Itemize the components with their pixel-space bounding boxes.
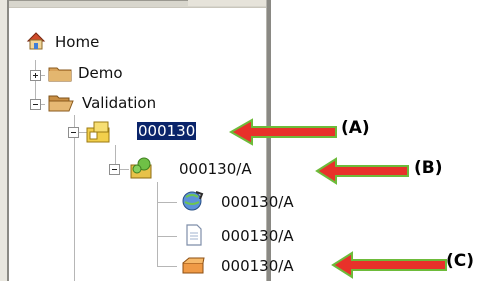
tree-node-label: 000130/A xyxy=(179,160,252,178)
arrow-b-icon xyxy=(315,157,409,185)
callout-b: (B) xyxy=(414,158,443,178)
tree-node-label: 000130/A xyxy=(221,193,294,211)
box-icon xyxy=(182,257,205,274)
tree-node-label: Home xyxy=(55,33,100,51)
arrow-c-icon xyxy=(331,251,447,279)
tree-node-label: Demo xyxy=(78,64,123,82)
window-left-border xyxy=(0,0,9,281)
home-icon xyxy=(26,32,46,50)
tree-node-label: 000130/A xyxy=(221,257,294,275)
tree-connector xyxy=(157,236,177,237)
globe-icon xyxy=(182,191,204,211)
tree-node-label-selected: 000130 xyxy=(137,122,197,140)
tree-connector xyxy=(74,115,75,281)
collapse-icon[interactable] xyxy=(30,99,41,110)
expand-icon[interactable] xyxy=(30,70,41,81)
tree-node-label: 000130/A xyxy=(221,227,294,245)
tree-connector xyxy=(157,266,177,267)
screenshot-stage: Home Demo Validation 000130 000130/A 000… xyxy=(0,0,480,281)
study-icon xyxy=(86,121,110,143)
collapse-icon[interactable] xyxy=(68,127,79,138)
callout-c: (C) xyxy=(446,251,475,271)
tree-node-label: Validation xyxy=(82,94,157,112)
substudy-icon xyxy=(130,157,152,179)
window-top-border-highlight xyxy=(188,0,268,6)
folder-icon xyxy=(48,67,72,82)
arrow-a-icon xyxy=(228,118,337,146)
open-folder-icon xyxy=(48,95,74,112)
collapse-icon[interactable] xyxy=(109,164,120,175)
tree-connector xyxy=(157,182,158,267)
callout-a: (A) xyxy=(341,118,370,138)
tree-connector xyxy=(157,202,177,203)
document-icon xyxy=(186,224,202,246)
